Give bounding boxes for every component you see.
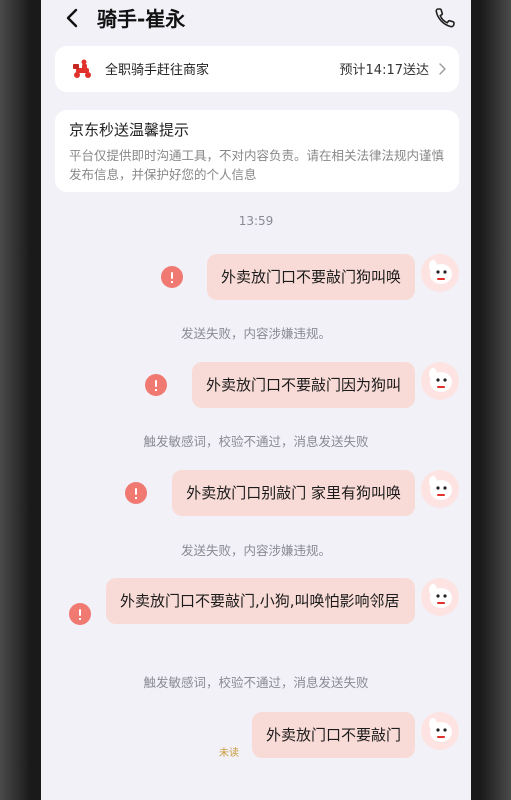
unread-label: 未读 (219, 748, 239, 759)
error-message: 触发敏感词，校验不通过，消息发送失败 (143, 434, 369, 449)
delivery-status-card[interactable]: 全职骑手赶往商家 预计14:17送达 (55, 46, 459, 92)
message-bubble[interactable]: 外卖放门口别敲门 家里有狗叫唤 (172, 470, 415, 516)
dog-avatar-icon (429, 584, 452, 608)
rider-status-text: 全职骑手赶往商家 (105, 63, 210, 78)
send-failed-icon[interactable] (161, 266, 183, 288)
dog-avatar-icon (429, 718, 452, 742)
send-failed-icon[interactable] (145, 374, 167, 396)
dog-avatar-icon (429, 368, 452, 392)
dog-avatar-icon (429, 260, 452, 284)
message-bubble[interactable]: 外卖放门口不要敲门因为狗叫 (191, 362, 415, 408)
avatar[interactable] (421, 362, 459, 400)
back-arrow-icon[interactable] (63, 6, 83, 30)
notice-card: 京东秒送温馨提示 平台仅提供即时沟通工具，不对内容负责。请在相关法律法规内谨慎发… (55, 110, 459, 192)
avatar[interactable] (421, 712, 459, 750)
error-message: 发送失败，内容涉嫌违规。 (180, 326, 331, 341)
avatar[interactable] (421, 470, 459, 508)
avatar[interactable] (421, 578, 459, 616)
message-bubble[interactable]: 外卖放门口不要敲门 (251, 712, 415, 758)
send-failed-icon[interactable] (69, 603, 91, 625)
rider-scooter-icon (73, 59, 91, 78)
eta-text: 预计14:17送达 (339, 63, 429, 78)
chevron-right-icon (439, 63, 446, 75)
message-bubble[interactable]: 外卖放门口不要敲门,小狗,叫唤怕影响邻居 (106, 578, 415, 624)
notice-body: 平台仅提供即时沟通工具，不对内容负责。请在相关法律法规内谨慎发布信息，并保护好您… (69, 148, 445, 182)
message-bubble[interactable]: 外卖放门口不要敲门狗叫唤 (206, 254, 415, 300)
avatar[interactable] (421, 254, 459, 292)
dog-avatar-icon (429, 476, 452, 500)
phone-icon[interactable] (433, 6, 457, 30)
send-failed-icon[interactable] (125, 482, 147, 504)
error-message: 触发敏感词，校验不通过，消息发送失败 (143, 675, 369, 690)
header: 骑手-崔永 (41, 0, 471, 38)
error-message: 发送失败，内容涉嫌违规。 (180, 543, 331, 558)
notice-title: 京东秒送温馨提示 (69, 121, 190, 139)
message-timestamp: 13:59 (238, 214, 274, 228)
chat-screen: 骑手-崔永 全职骑手赶往商家 预计14:17送达 京东秒送温馨提示 平台仅提供即… (41, 0, 471, 800)
page-title: 骑手-崔永 (97, 7, 186, 31)
